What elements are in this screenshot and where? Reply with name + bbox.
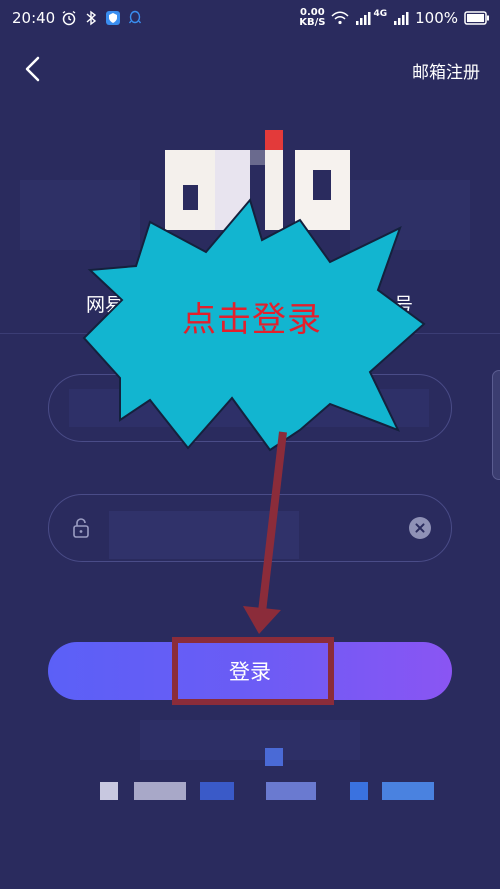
password-value-blurred (109, 511, 299, 559)
shield-app-icon (106, 11, 121, 25)
callout-arrowhead (243, 606, 281, 634)
mosaic-block (382, 782, 434, 800)
nav-bar: 邮箱注册 (0, 44, 500, 94)
mosaic-block (350, 180, 470, 250)
callout-text: 点击登录 (182, 300, 322, 340)
wifi-icon (331, 11, 349, 25)
chevron-left-icon[interactable] (18, 52, 48, 86)
app-logo (165, 130, 355, 230)
mosaic-block (140, 720, 360, 760)
mosaic-block (350, 782, 368, 800)
network-speed-unit: KB/S (299, 17, 326, 28)
battery-percent: 100% (415, 9, 458, 27)
status-left: 20:40 (12, 9, 143, 27)
signal-type: 4G (373, 9, 388, 19)
status-bar: 20:40 0.00 KB/S 4G 100% (0, 0, 500, 36)
username-value-blurred (69, 389, 429, 427)
signal-icon (356, 12, 371, 25)
bluetooth-icon (86, 10, 97, 26)
subtitle-right: 号 (394, 294, 414, 316)
password-field[interactable] (48, 494, 452, 562)
battery-icon (464, 11, 489, 25)
email-register-link[interactable]: 邮箱注册 (412, 58, 480, 83)
qq-icon (129, 10, 142, 24)
side-drawer-handle[interactable] (492, 370, 500, 480)
username-field[interactable] (48, 374, 452, 442)
network-speed: 0.00 KB/S (299, 8, 325, 28)
mosaic-block (265, 748, 283, 766)
clear-icon[interactable] (409, 517, 431, 539)
status-right: 0.00 KB/S 4G 100% (299, 8, 490, 28)
lock-icon (73, 518, 89, 538)
mosaic-block (20, 180, 140, 250)
alarm-icon (62, 10, 76, 26)
subtitle-left: 网易 (86, 294, 125, 316)
mosaic-block (200, 782, 234, 800)
signal-icon-2 (394, 12, 409, 25)
highlight-box (172, 637, 334, 705)
status-time: 20:40 (12, 9, 56, 27)
mosaic-block (100, 782, 118, 800)
mosaic-block (134, 782, 186, 800)
mosaic-block (266, 782, 316, 800)
